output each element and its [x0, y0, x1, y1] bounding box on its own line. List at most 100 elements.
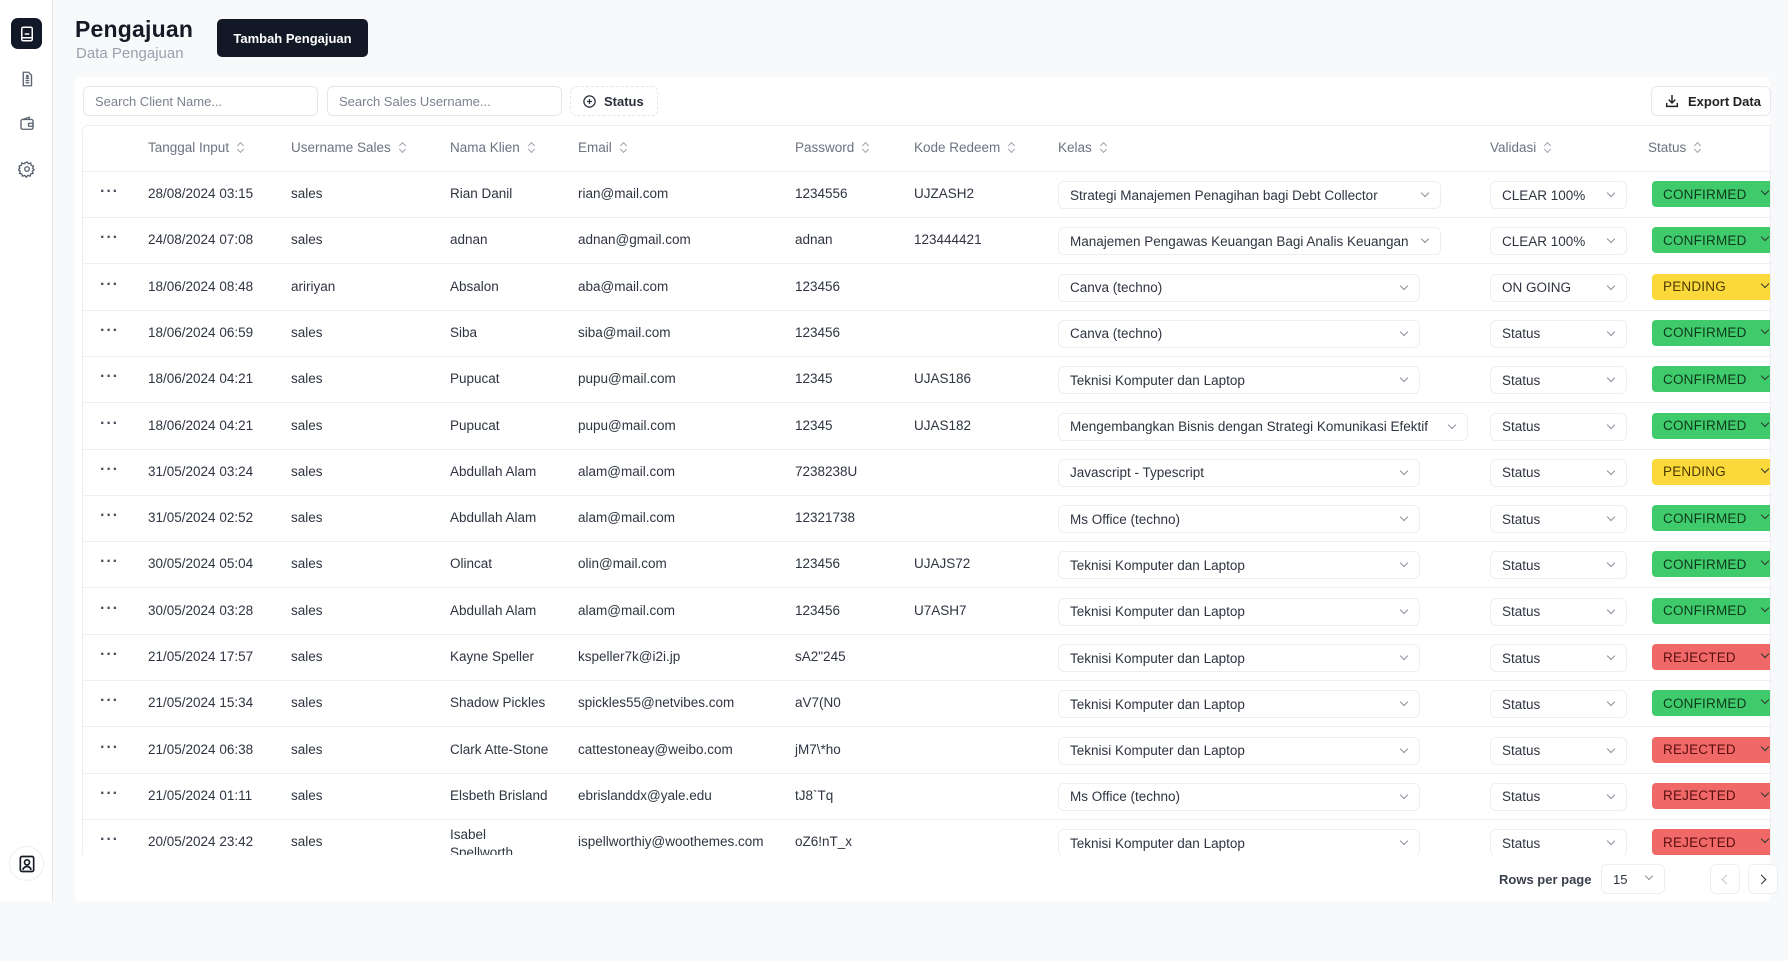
- column-header-kelas[interactable]: Kelas: [1058, 140, 1108, 155]
- row-actions-menu[interactable]: ···: [100, 276, 119, 294]
- column-header-email[interactable]: Email: [578, 140, 628, 155]
- kelas-select[interactable]: Mengembangkan Bisnis dengan Strategi Kom…: [1058, 412, 1468, 441]
- table-row: ··· 18/06/2024 04:21 sales Pupucat pupu@mail…: [83, 404, 1770, 450]
- kelas-select[interactable]: Javascript - Typescript: [1058, 458, 1420, 487]
- validasi-select[interactable]: Status: [1490, 458, 1627, 487]
- kelas-select[interactable]: Teknisi Komputer dan Laptop: [1058, 690, 1420, 719]
- status-badge-select[interactable]: CONFIRMED: [1652, 690, 1770, 717]
- validasi-select[interactable]: Status: [1490, 829, 1627, 855]
- validasi-select[interactable]: ON GOING: [1490, 273, 1627, 302]
- kelas-select[interactable]: Teknisi Komputer dan Laptop: [1058, 644, 1420, 672]
- status-badge-select[interactable]: PENDING: [1652, 458, 1770, 485]
- chevron-down-icon: [1606, 188, 1616, 198]
- status-badge-select[interactable]: CONFIRMED: [1652, 597, 1770, 624]
- kelas-select[interactable]: Ms Office (techno): [1058, 505, 1420, 534]
- column-header-status[interactable]: Status: [1648, 140, 1702, 155]
- row-actions-menu[interactable]: ···: [100, 229, 119, 247]
- kelas-select[interactable]: Teknisi Komputer dan Laptop: [1058, 736, 1420, 765]
- chevron-left-icon: [1721, 874, 1732, 884]
- validasi-select[interactable]: Status: [1490, 505, 1627, 534]
- validasi-select[interactable]: Status: [1490, 690, 1627, 719]
- status-badge-select[interactable]: CONFIRMED: [1652, 227, 1770, 254]
- chevron-down-icon: [1399, 790, 1409, 800]
- row-actions-menu[interactable]: ···: [100, 553, 119, 571]
- row-actions-menu[interactable]: ···: [100, 785, 119, 803]
- status-filter-button[interactable]: Status: [570, 86, 658, 116]
- kelas-select[interactable]: Manajemen Pengawas Keuangan Bagi Analis …: [1058, 227, 1441, 256]
- kelas-select[interactable]: Teknisi Komputer dan Laptop: [1058, 551, 1420, 580]
- user-profile-button[interactable]: [9, 846, 44, 881]
- validasi-select[interactable]: CLEAR 100%: [1490, 227, 1627, 256]
- next-page-button[interactable]: [1748, 864, 1778, 894]
- export-data-button[interactable]: Export Data: [1651, 86, 1771, 116]
- column-header-kode-redeem[interactable]: Kode Redeem: [914, 140, 1016, 155]
- row-actions-menu[interactable]: ···: [100, 415, 119, 433]
- table-row: ··· 21/05/2024 06:38 sales Clark Atte-Stone…: [83, 728, 1770, 774]
- validasi-select[interactable]: Status: [1490, 736, 1627, 765]
- cell-email: pupu@mail.com: [578, 417, 676, 433]
- status-badge-select[interactable]: CONFIRMED: [1652, 319, 1770, 346]
- status-badge-select[interactable]: CONFIRMED: [1652, 551, 1770, 578]
- kelas-select[interactable]: Teknisi Komputer dan Laptop: [1058, 829, 1420, 855]
- kelas-select[interactable]: Strategi Manajemen Penagihan bagi Debt C…: [1058, 181, 1441, 209]
- kelas-select[interactable]: Ms Office (techno): [1058, 782, 1420, 811]
- validasi-select[interactable]: Status: [1490, 319, 1627, 348]
- cell-nama-klien: Rian Danil: [450, 186, 513, 201]
- status-badge-select[interactable]: CONFIRMED: [1652, 181, 1770, 207]
- sidebar-item-wallet[interactable]: [11, 108, 42, 139]
- row-actions-menu[interactable]: ···: [100, 322, 119, 340]
- status-value: CONFIRMED: [1663, 418, 1747, 433]
- cell-password: 12321738: [795, 510, 856, 526]
- status-badge-select[interactable]: REJECTED: [1652, 782, 1770, 809]
- status-badge-select[interactable]: REJECTED: [1652, 829, 1770, 855]
- row-actions-menu[interactable]: ···: [100, 646, 119, 664]
- rows-per-page-select[interactable]: 15: [1601, 864, 1665, 894]
- search-sales-input[interactable]: [327, 86, 562, 116]
- validasi-select[interactable]: CLEAR 100%: [1490, 181, 1627, 209]
- validasi-select[interactable]: Status: [1490, 782, 1627, 811]
- validasi-select[interactable]: Status: [1490, 597, 1627, 626]
- status-badge-select[interactable]: REJECTED: [1652, 644, 1770, 670]
- cell-password: sA2"245: [795, 649, 846, 664]
- status-badge-select[interactable]: REJECTED: [1652, 736, 1770, 763]
- kelas-select[interactable]: Canva (techno): [1058, 319, 1420, 348]
- previous-page-button[interactable]: [1710, 864, 1740, 894]
- row-actions-menu[interactable]: ···: [100, 368, 119, 386]
- sidebar-item-settings[interactable]: [11, 153, 42, 184]
- column-header-password[interactable]: Password: [795, 140, 870, 155]
- data-card: Status Export Data Tanggal Input Usernam…: [75, 77, 1778, 902]
- sidebar-item-documents[interactable]: [11, 63, 42, 94]
- row-actions-menu[interactable]: ···: [100, 739, 119, 757]
- row-actions-menu[interactable]: ···: [100, 461, 119, 479]
- chevron-down-icon: [1399, 605, 1409, 614]
- validasi-select[interactable]: Status: [1490, 551, 1627, 580]
- validasi-select[interactable]: Status: [1490, 412, 1627, 441]
- status-badge-select[interactable]: CONFIRMED: [1652, 505, 1770, 532]
- status-badge-select[interactable]: CONFIRMED: [1652, 366, 1770, 393]
- kelas-select[interactable]: Canva (techno): [1058, 273, 1420, 302]
- add-submission-button[interactable]: Tambah Pengajuan: [217, 19, 368, 57]
- download-icon: [1665, 95, 1679, 108]
- status-badge-select[interactable]: PENDING: [1652, 273, 1770, 300]
- row-actions-menu[interactable]: ···: [100, 183, 119, 201]
- row-actions-menu[interactable]: ···: [100, 600, 119, 618]
- column-header-nama-klien[interactable]: Nama Klien: [450, 140, 536, 155]
- kelas-select[interactable]: Teknisi Komputer dan Laptop: [1058, 366, 1420, 395]
- row-actions-menu[interactable]: ···: [100, 831, 119, 849]
- chevron-down-icon: [1606, 605, 1616, 614]
- table-row: ··· 18/06/2024 06:59 sales Siba siba@mail.co…: [83, 311, 1770, 357]
- column-header-username-sales[interactable]: Username Sales: [291, 140, 407, 155]
- validasi-select[interactable]: Status: [1490, 366, 1627, 395]
- column-header-validasi[interactable]: Validasi: [1490, 140, 1552, 155]
- column-label: Kode Redeem: [914, 140, 1001, 155]
- table-scroll-edge: [1770, 125, 1771, 855]
- status-badge-select[interactable]: CONFIRMED: [1652, 412, 1770, 439]
- row-actions-menu[interactable]: ···: [100, 507, 119, 525]
- row-actions-menu[interactable]: ···: [100, 692, 119, 710]
- column-header-tanggal-input[interactable]: Tanggal Input: [148, 140, 245, 155]
- table-row: ··· 30/05/2024 03:28 sales Abdullah Alam ala…: [83, 589, 1770, 635]
- search-client-input[interactable]: [83, 86, 318, 116]
- sidebar-item-pengajuan[interactable]: [11, 18, 42, 49]
- kelas-select[interactable]: Teknisi Komputer dan Laptop: [1058, 597, 1420, 626]
- validasi-select[interactable]: Status: [1490, 644, 1627, 672]
